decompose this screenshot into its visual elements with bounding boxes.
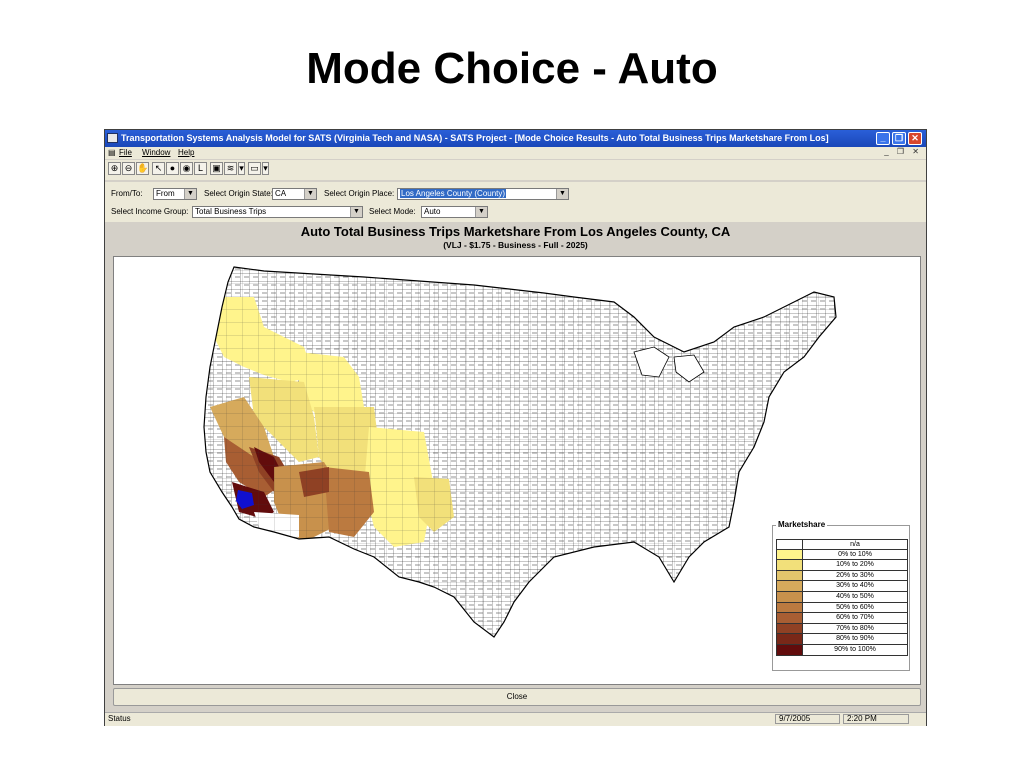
doc-icon[interactable]: ▤	[108, 148, 116, 157]
layers-icon[interactable]: ≋	[224, 162, 237, 175]
legend-entry: 40% to 50%	[776, 591, 908, 603]
legend-swatch	[777, 634, 803, 644]
legend-rows: n/a 0% to 10% 10% to 20% 20% to 30% 30% to 4…	[776, 539, 908, 656]
legend-label: 50% to 60%	[836, 603, 874, 611]
legend-swatch	[777, 549, 803, 560]
zoom-in-icon[interactable]: ⊕	[108, 162, 121, 175]
legend-swatch	[777, 570, 803, 581]
toolbar: ⊕ ⊖ ✋ ↖ ● ◉ L ▣ ≋ ▾ ▭ ▾	[105, 160, 926, 180]
legend-entry: 20% to 30%	[776, 570, 908, 582]
menu-file[interactable]: File	[119, 148, 132, 157]
legend-swatch	[777, 613, 803, 623]
globe-icon[interactable]: ◉	[180, 162, 193, 175]
legend-entry: 50% to 60%	[776, 602, 908, 614]
origin-place-label: Select Origin Place:	[324, 189, 395, 198]
legend-entry: 70% to 80%	[776, 623, 908, 635]
legend-icon[interactable]: ▭	[248, 162, 261, 175]
legend-entry: 0% to 10%	[776, 549, 908, 561]
legend-swatch	[777, 540, 803, 549]
income-group-label: Select Income Group:	[111, 207, 189, 216]
app-icon[interactable]	[107, 133, 118, 143]
close-button[interactable]: Close	[113, 688, 921, 706]
legend-entry: n/a	[776, 539, 908, 550]
legend-entry: 30% to 40%	[776, 581, 908, 592]
status-date: 9/7/2005	[775, 714, 840, 724]
menu-window[interactable]: Window	[142, 148, 170, 157]
title-bar[interactable]: Transportation Systems Analysis Model fo…	[105, 130, 926, 147]
legend-entry: 10% to 20%	[776, 560, 908, 571]
legend-label: 10% to 20%	[836, 561, 874, 569]
chevron-down-icon[interactable]: ▼	[184, 189, 196, 199]
legend-swatch	[777, 623, 803, 634]
close-window-button[interactable]: ✕	[908, 132, 922, 145]
app-window: Transportation Systems Analysis Model fo…	[104, 129, 927, 726]
legend-entry: 60% to 70%	[776, 613, 908, 624]
legend-label: 30% to 40%	[836, 582, 874, 590]
legend-swatch	[777, 560, 803, 570]
legend-entry: 80% to 90%	[776, 634, 908, 645]
income-group-select[interactable]: Total Business Trips ▼	[192, 206, 363, 218]
map-panel[interactable]: Marketshare n/a 0% to 10% 10% to 20% 20% to…	[113, 256, 921, 685]
status-bar: Status 9/7/2005 2:20 PM	[105, 712, 926, 726]
window-title: Transportation Systems Analysis Model fo…	[121, 133, 829, 143]
dropdown-icon[interactable]: ▾	[262, 162, 269, 175]
restore-button[interactable]: ❐	[892, 132, 906, 145]
chevron-down-icon[interactable]: ▼	[350, 207, 362, 217]
legend-label: 70% to 80%	[836, 624, 874, 632]
map-subtitle: (VLJ - $1.75 - Business - Full - 2025)	[443, 240, 588, 250]
minimize-button[interactable]: _	[876, 132, 890, 145]
chevron-down-icon[interactable]: ▼	[304, 189, 316, 199]
menu-help[interactable]: Help	[178, 148, 194, 157]
legend-swatch	[777, 602, 803, 613]
dropdown-icon[interactable]: ▾	[238, 162, 245, 175]
chevron-down-icon[interactable]: ▼	[475, 207, 487, 217]
origin-state-select[interactable]: CA ▼	[272, 188, 317, 200]
mode-select[interactable]: Auto ▼	[421, 206, 488, 218]
origin-place-select[interactable]: Los Angeles County (County) ▼	[397, 188, 569, 200]
slide-title: Mode Choice - Auto	[306, 44, 718, 93]
legend-label: 0% to 10%	[838, 550, 872, 558]
legend: Marketshare n/a 0% to 10% 10% to 20% 20% to…	[772, 520, 910, 671]
legend-label: 90% to 100%	[834, 645, 876, 653]
legend-label: 20% to 30%	[836, 571, 874, 579]
legend-label: n/a	[850, 541, 860, 548]
info-icon[interactable]: ●	[166, 162, 179, 175]
chevron-down-icon[interactable]: ▼	[556, 189, 568, 199]
label-icon[interactable]: L	[194, 162, 207, 175]
from-to-label: From/To:	[111, 189, 143, 198]
legend-entry: 90% to 100%	[776, 644, 908, 656]
legend-label: 60% to 70%	[836, 614, 874, 622]
from-to-select[interactable]: From ▼	[153, 188, 197, 200]
legend-title: Marketshare	[776, 520, 828, 529]
status-text: Status	[108, 714, 131, 723]
save-icon[interactable]: ▣	[210, 162, 223, 175]
legend-label: 40% to 50%	[836, 592, 874, 600]
legend-swatch	[777, 581, 803, 591]
legend-swatch	[777, 644, 803, 655]
zoom-out-icon[interactable]: ⊖	[122, 162, 135, 175]
controls-panel: From/To: From ▼ Select Origin State: CA ▼ …	[105, 182, 926, 222]
select-arrow-icon[interactable]: ↖	[152, 162, 165, 175]
mdi-controls[interactable]: _ ❐ ✕	[884, 147, 922, 156]
map-title: Auto Total Business Trips Marketshare Fr…	[300, 224, 731, 239]
origin-state-label: Select Origin State:	[204, 189, 273, 198]
menu-bar: ▤ File Window Help _ ❐ ✕	[105, 147, 926, 159]
legend-swatch	[777, 591, 803, 602]
status-time: 2:20 PM	[843, 714, 909, 724]
legend-label: 80% to 90%	[836, 635, 874, 643]
mode-label: Select Mode:	[369, 207, 416, 216]
pan-hand-icon[interactable]: ✋	[136, 162, 149, 175]
